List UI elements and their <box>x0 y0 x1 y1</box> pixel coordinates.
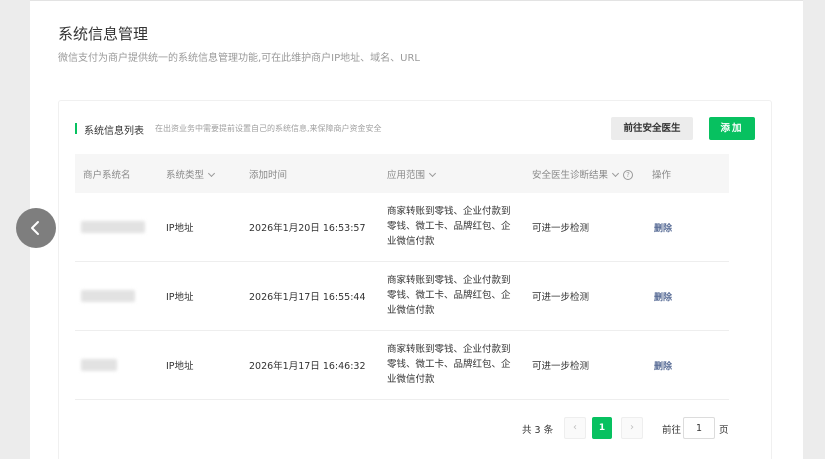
delete-link[interactable]: 删除 <box>654 221 672 234</box>
blurred-system-name <box>81 290 135 302</box>
current-page-button[interactable]: 1 <box>592 417 612 439</box>
header-scope-label: 应用范围 <box>387 170 426 181</box>
security-doctor-button[interactable]: 前往安全医生 <box>611 117 693 140</box>
header-scope[interactable]: 应用范围 <box>387 167 437 181</box>
page-unit-label: 页 <box>719 425 729 436</box>
header-system-name: 商户系统名 <box>83 167 131 181</box>
question-circle-icon[interactable]: ? <box>623 169 634 180</box>
table-body: IP地址 2026年1月20日 16:53:57 商家转账到零钱、企业付款到零钱… <box>75 193 729 400</box>
goto-page-input[interactable] <box>683 417 715 439</box>
system-type: IP地址 <box>166 292 194 303</box>
header-diagnosis-label: 安全医生诊断结果 <box>532 170 609 181</box>
table-row: IP地址 2026年1月20日 16:53:57 商家转账到零钱、企业付款到零钱… <box>75 193 729 262</box>
header-add-time: 添加时间 <box>249 167 287 181</box>
header-system-type-label: 系统类型 <box>166 170 205 181</box>
table-header: 商户系统名 系统类型 添加时间 应用范围 安全医生诊断结果? 操作 <box>75 154 729 193</box>
header-diagnosis[interactable]: 安全医生诊断结果? <box>532 167 634 181</box>
blurred-system-name <box>81 221 145 233</box>
application-scope: 商家转账到零钱、企业付款到零钱、微工卡、品牌红包、企业微信付款 <box>387 344 511 385</box>
chevron-down-icon <box>611 169 620 178</box>
delete-link[interactable]: 删除 <box>654 290 672 303</box>
application-scope: 商家转账到零钱、企业付款到零钱、微工卡、品牌红包、企业微信付款 <box>387 275 511 316</box>
page-title: 系统信息管理 <box>58 25 149 43</box>
header-system-type[interactable]: 系统类型 <box>166 167 216 181</box>
add-time: 2026年1月17日 16:46:32 <box>249 361 366 372</box>
goto-label: 前往 <box>662 425 682 436</box>
pagination: 共 3 条 ‹ 1 › 前往 页 <box>59 413 773 443</box>
delete-link[interactable]: 删除 <box>654 359 672 372</box>
table-row: IP地址 2026年1月17日 16:55:44 商家转账到零钱、企业付款到零钱… <box>75 262 729 331</box>
system-type: IP地址 <box>166 361 194 372</box>
blurred-system-name <box>81 359 117 371</box>
diagnosis-result: 可进一步检测 <box>532 223 590 234</box>
add-time: 2026年1月17日 16:55:44 <box>249 292 366 303</box>
diagnosis-result: 可进一步检测 <box>532 361 590 372</box>
page-description: 微信支付为商户提供统一的系统信息管理功能,可在此维护商户IP地址、域名、URL <box>58 53 420 64</box>
back-button[interactable] <box>16 208 56 248</box>
card-title: 系统信息列表 <box>84 126 144 137</box>
header-action-label: 操作 <box>652 170 672 181</box>
diagnosis-result: 可进一步检测 <box>532 292 590 303</box>
title-accent-bar <box>75 123 77 134</box>
chevron-down-icon <box>428 169 437 178</box>
back-arrow-icon <box>31 221 39 235</box>
application-scope: 商家转账到零钱、企业付款到零钱、微工卡、品牌红包、企业微信付款 <box>387 206 511 247</box>
system-info-page: 系统信息管理 微信支付为商户提供统一的系统信息管理功能,可在此维护商户IP地址、… <box>30 0 803 459</box>
prev-page-button[interactable]: ‹ <box>564 417 586 439</box>
table-row: IP地址 2026年1月17日 16:46:32 商家转账到零钱、企业付款到零钱… <box>75 331 729 400</box>
card-subtitle: 在出资业务中需要提前设置自己的系统信息,来保障商户资金安全 <box>155 124 382 133</box>
add-time: 2026年1月20日 16:53:57 <box>249 223 366 234</box>
chevron-down-icon <box>207 169 216 178</box>
add-button[interactable]: 添加 <box>709 117 755 140</box>
next-page-button[interactable]: › <box>621 417 643 439</box>
card-header: 系统信息列表 在出资业务中需要提前设置自己的系统信息,来保障商户资金安全 前往安… <box>75 117 755 141</box>
total-count: 共 3 条 <box>522 425 554 436</box>
system-type: IP地址 <box>166 223 194 234</box>
header-add-time-label: 添加时间 <box>249 170 288 181</box>
header-system-name-label: 商户系统名 <box>83 170 131 181</box>
header-action: 操作 <box>652 167 671 181</box>
system-info-card: 系统信息列表 在出资业务中需要提前设置自己的系统信息,来保障商户资金安全 前往安… <box>58 100 772 459</box>
